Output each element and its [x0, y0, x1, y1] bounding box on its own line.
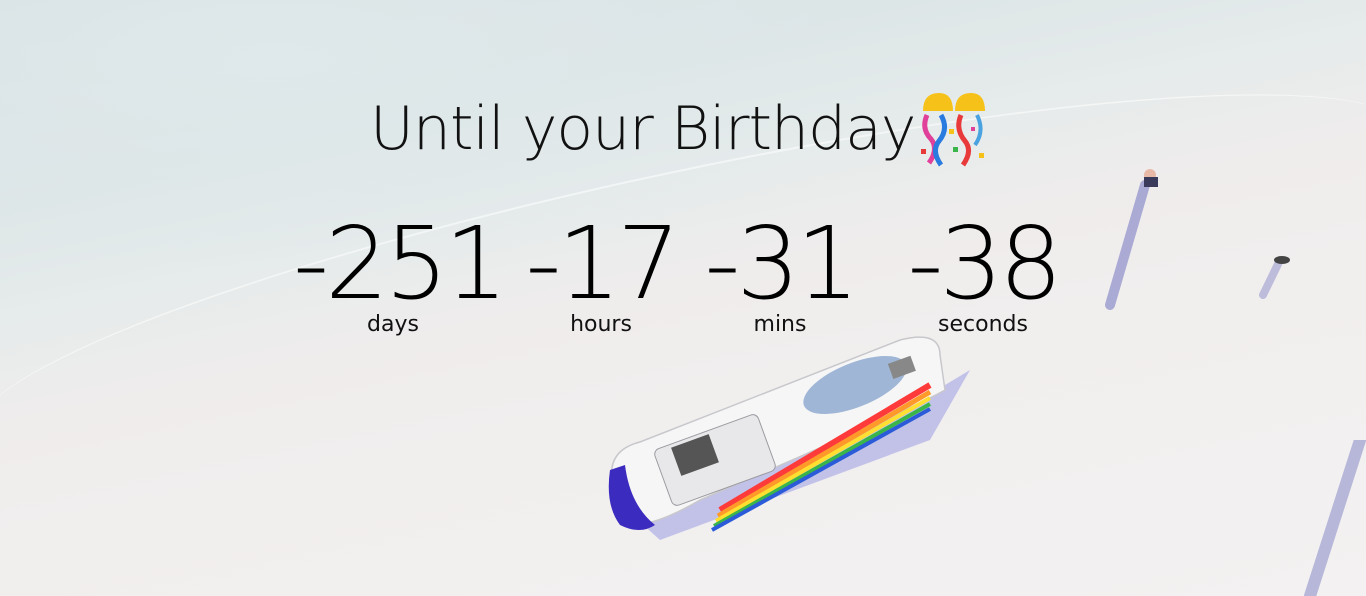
dog-image — [1259, 256, 1290, 299]
countdown-mins: -31 mins — [700, 205, 860, 338]
days-value: -251 — [293, 205, 508, 322]
seconds-value: -38 — [907, 205, 1062, 322]
hours-value: -17 — [525, 205, 680, 322]
sailboat-image — [608, 336, 970, 540]
confetti-ball-icon — [921, 93, 986, 167]
countdown-days: -251 days — [293, 205, 508, 338]
person-image — [1105, 169, 1158, 310]
person-shadow-image — [1304, 440, 1366, 596]
mins-value: -31 — [704, 205, 859, 322]
countdown-hours: -17 hours — [516, 205, 686, 338]
countdown-seconds: -38 seconds — [888, 205, 1078, 338]
page-title: Until your Birthday — [370, 94, 916, 164]
countdown-heading: Until your Birthday — [370, 84, 991, 174]
